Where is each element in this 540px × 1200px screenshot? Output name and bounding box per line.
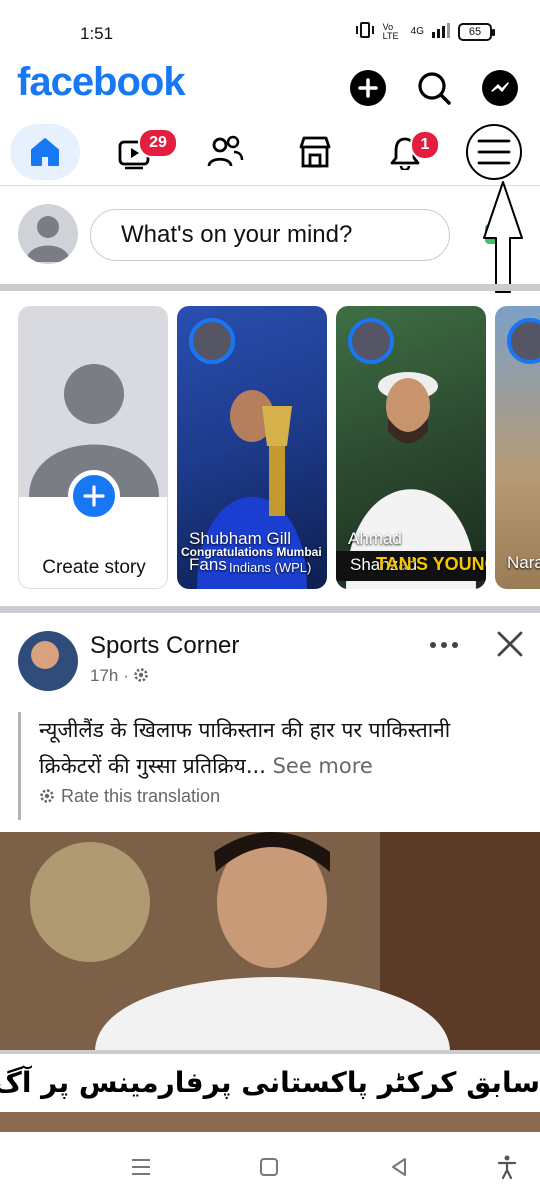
post-body: न्यूजीलैंड के खिलाफ पाकिस्तान की हार पर … [18,712,518,820]
search-button[interactable] [416,70,452,106]
post-time-text: 17h [90,666,119,685]
story-author-line2: Fans [189,555,227,574]
tab-video[interactable]: 29 [100,124,178,180]
tab-home[interactable] [10,124,80,180]
gear-icon [134,668,149,682]
story-overlay-text: TAN'S YOUNG GUN [376,554,486,574]
home-icon [31,138,59,166]
post-photo [0,832,540,1052]
network-label: 4G [410,26,424,37]
plus-icon [83,485,105,507]
create-button[interactable] [350,70,386,106]
facebook-logo[interactable]: facebook [17,60,186,105]
story-card[interactable]: Ahmad Shahzad TAN'S YOUNG GUN [336,306,486,589]
post-composer: What's on your mind? [0,186,540,284]
add-story-button[interactable] [68,470,120,522]
post-author[interactable]: Sports Corner [90,632,239,660]
see-more-link[interactable]: See more [273,754,373,778]
volte-label: Vo LTE [382,21,399,41]
story-author: Nara [507,553,540,572]
tab-friends[interactable] [190,124,260,180]
recent-apps-icon[interactable] [128,1154,154,1180]
create-story-label: Create story [42,557,146,578]
close-icon [497,631,523,657]
search-icon [418,72,451,105]
story-overlay-text-2: Indians (WPL) [229,560,312,575]
hide-post-button[interactable] [496,630,524,658]
status-time: 1:51 [80,24,114,43]
system-nav-bar [0,1132,540,1200]
create-story-card[interactable]: Create story [18,306,168,589]
section-divider [0,284,540,291]
tab-menu[interactable] [466,124,522,180]
user-avatar[interactable] [18,204,78,264]
messenger-button[interactable] [482,70,518,106]
post-text: न्यूजीलैंड के खिलाफ पाकिस्तान की हार पर … [39,718,451,778]
story-avatar [348,318,394,364]
battery-indicator: 65 [458,22,495,41]
accessibility-icon[interactable] [494,1154,520,1180]
story-author: Ahmad [348,529,402,548]
post-timestamp[interactable]: 17h · [90,666,149,686]
default-avatar-icon [26,216,70,262]
story-avatar [507,318,540,364]
story-card[interactable]: Shubham Gill Congratulations Mumbai Fans… [177,306,327,589]
stories-row: Create story Shubham Gill Congratulation… [0,298,540,608]
gear-icon [40,789,54,803]
rate-translation-link[interactable]: Rate this translation [39,786,518,807]
vibrate-icon [355,22,375,41]
more-icon [430,642,458,648]
story-card[interactable]: Nara [495,306,540,589]
tab-notifications[interactable]: 1 [370,124,440,180]
home-nav-icon[interactable] [256,1154,282,1180]
post-header: Sports Corner 17h · [0,616,540,706]
main-tab-bar: 29 1 [0,120,540,186]
friends-icon [207,135,244,167]
story-avatar [189,318,235,364]
hamburger-menu-icon [477,139,511,165]
notifications-badge: 1 [410,130,440,160]
section-divider [0,606,540,613]
messenger-icon [491,82,509,92]
video-badge: 29 [138,128,178,158]
back-icon[interactable] [386,1154,412,1180]
image-caption: سابق کرکٹر پاکستانی پرفارمینس پر آگ بگول… [0,1050,540,1112]
tab-marketplace[interactable] [280,124,350,180]
whats-on-your-mind-input[interactable]: What's on your mind? [90,209,450,261]
signal-icon [432,22,450,41]
page-avatar[interactable] [18,631,78,691]
marketplace-icon [299,136,331,168]
default-avatar-icon [29,364,159,497]
post-image[interactable]: سابق کرکٹر پاکستانی پرفارمینس پر آگ بگول… [0,832,540,1132]
plus-icon [358,78,378,98]
status-bar: 1:51 Vo LTE 4G 65 [0,0,540,62]
more-options-button[interactable] [428,638,460,652]
rate-translation-label: Rate this translation [61,786,221,806]
annotation-arrow-icon [483,181,523,293]
status-icons: Vo LTE 4G 65 [355,21,495,41]
